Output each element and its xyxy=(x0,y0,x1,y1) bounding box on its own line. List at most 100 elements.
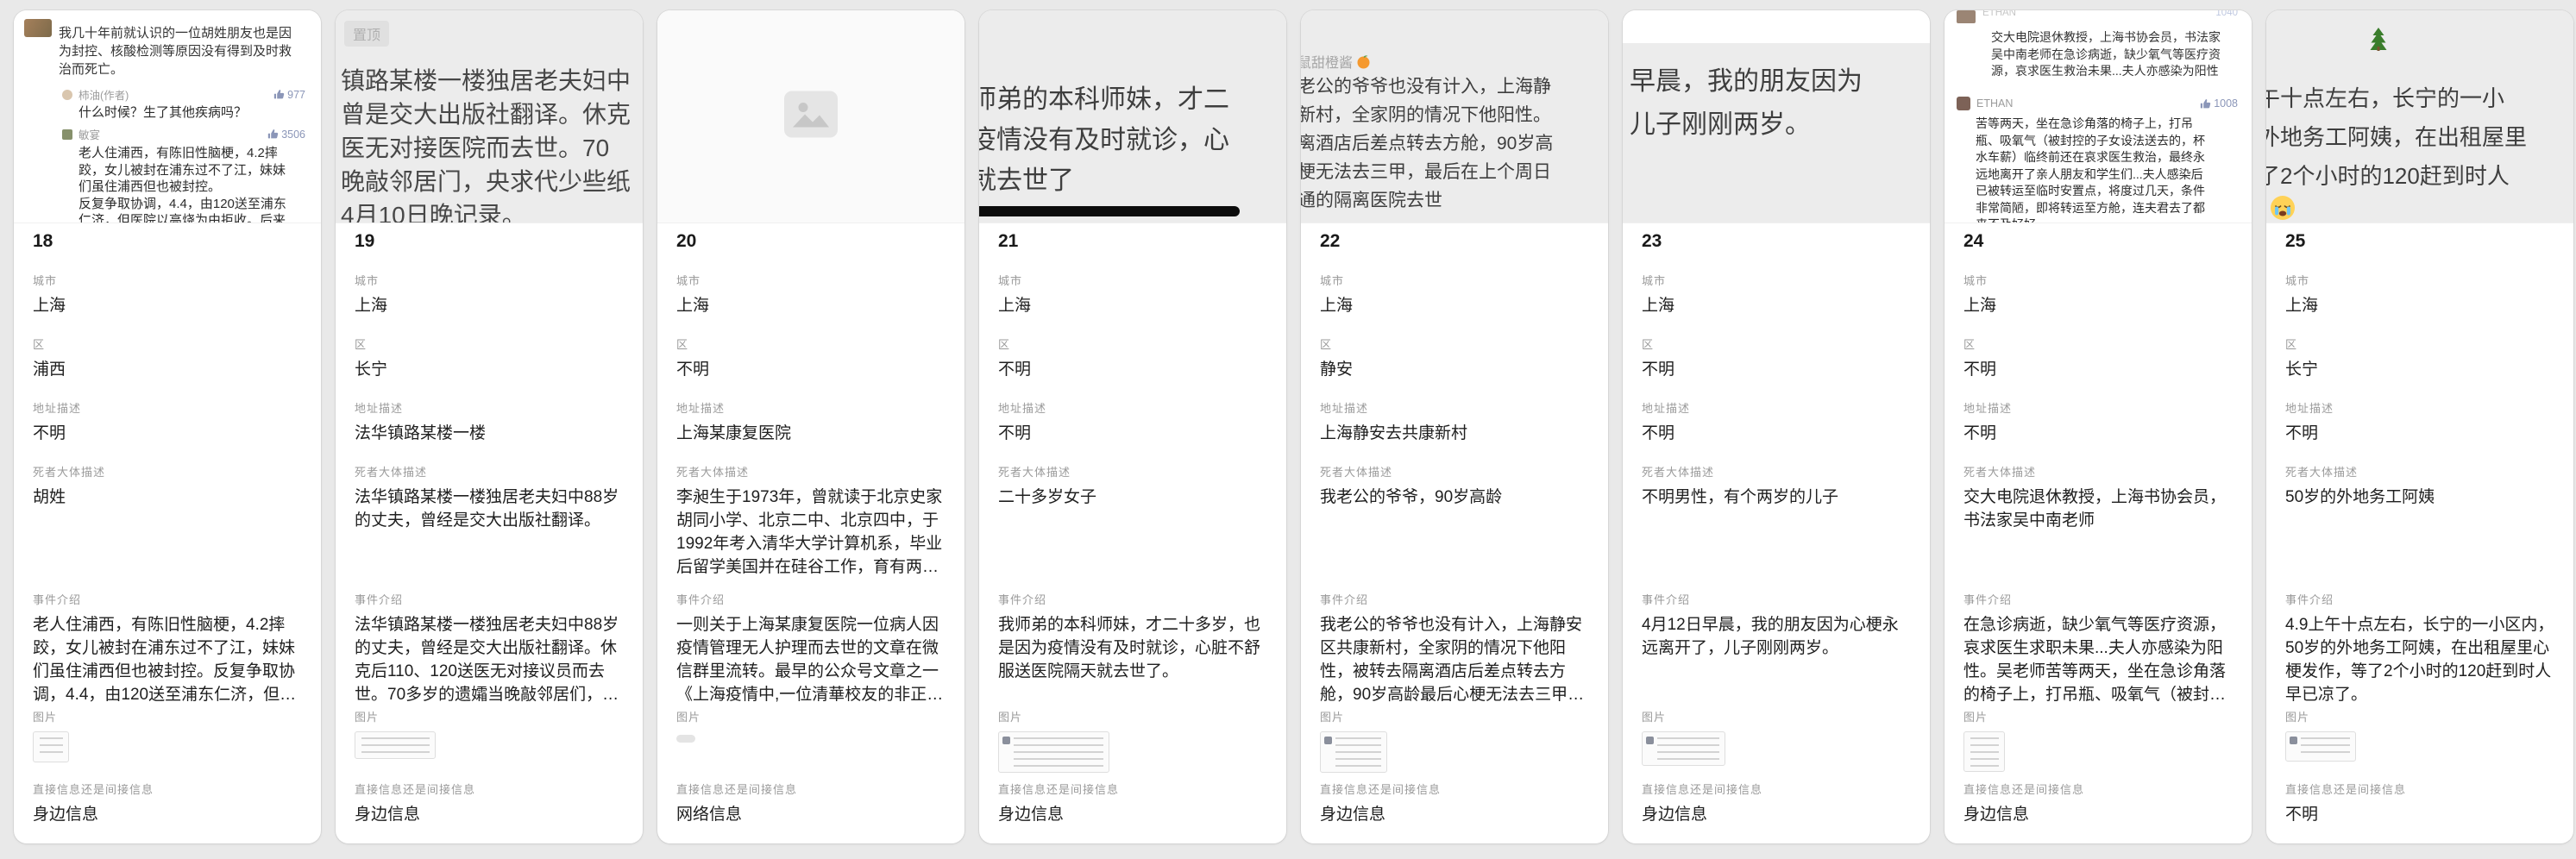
record-cover[interactable]: 早晨，我的朋友因为 儿子刚刚两岁。 xyxy=(1623,10,1930,223)
field-label: 图片 xyxy=(1320,711,1589,724)
screenshot-text: 师弟的本科师妹，才二 疫情没有及时就诊，心 就去世了 xyxy=(979,79,1229,201)
field-district: 区不明 xyxy=(676,338,946,381)
field-address: 地址描述法华镇路某楼一楼 xyxy=(355,402,624,445)
field-label: 城市 xyxy=(33,274,302,288)
field-value-city: 上海 xyxy=(355,294,624,317)
field-deceased: 死者大体描述50岁的外地务工阿姨 xyxy=(2285,466,2554,509)
field-city: 城市上海 xyxy=(676,274,946,317)
field-district: 区静安 xyxy=(1320,338,1589,381)
field-label: 直接信息还是间接信息 xyxy=(355,783,624,797)
tree-emoji xyxy=(2368,28,2389,55)
record-card[interactable]: ETHAN 1040 交大电院退休教授，上海书协会员，书法家吴中南老师在急诊病逝… xyxy=(1945,10,2252,843)
record-cover[interactable] xyxy=(657,10,964,223)
field-district: 区长宁 xyxy=(2285,338,2554,381)
field-label: 死者大体描述 xyxy=(998,466,1267,480)
field-value-district: 长宁 xyxy=(355,358,624,381)
empty-image-pill xyxy=(676,735,695,743)
record-card[interactable]: 置顶 镇路某楼一楼独居老夫妇中 曾是交大出版社翻译。休克 医无对接医院而去世。7… xyxy=(336,10,643,843)
commenter-name: ETHAN xyxy=(1976,97,2013,110)
field-city: 城市上海 xyxy=(33,274,302,317)
field-label: 区 xyxy=(2285,338,2554,352)
field-label: 区 xyxy=(355,338,624,352)
image-thumbnail[interactable] xyxy=(998,731,1109,773)
field-label: 直接信息还是间接信息 xyxy=(1320,783,1589,797)
field-value-deceased: 二十多岁女子 xyxy=(998,486,1267,509)
field-label: 图片 xyxy=(676,711,946,724)
record-number: 23 xyxy=(1642,231,1662,252)
record-cover[interactable]: 鼠甜橙酱 老公的爷爷也没有计入，上海静 新村，全家阴的情况下他阳性。 离酒店后差… xyxy=(1301,10,1608,223)
comment-text: 什么时候？生了其他疾病吗？ xyxy=(79,104,297,122)
image-thumbnail[interactable] xyxy=(33,731,69,762)
like-count: 1008 xyxy=(2200,97,2238,110)
avatar xyxy=(1957,10,1976,23)
field-event: 事件介绍4.9上午十点左右，长宁的一小区内，50岁的外地务工阿姨，在出租屋里心梗… xyxy=(2285,593,2554,706)
field-value-city: 上海 xyxy=(1642,294,1911,317)
record-card[interactable]: 师弟的本科师妹，才二 疫情没有及时就诊，心 就去世了 21 城市上海 区不明 地… xyxy=(979,10,1286,843)
field-value-event: 我老公的爷爷也没有计入，上海静安区共康新村，全家阴的情况下他阳性，被转去隔离酒店… xyxy=(1320,613,1589,706)
field-label: 地址描述 xyxy=(33,402,302,416)
field-label: 事件介绍 xyxy=(1963,593,2233,607)
field-value-city: 上海 xyxy=(1320,294,1589,317)
record-cover[interactable]: 置顶 镇路某楼一楼独居老夫妇中 曾是交大出版社翻译。休克 医无对接医院而去世。7… xyxy=(336,10,643,223)
screenshot-text: 镇路某楼一楼独居老夫妇中 曾是交大出版社翻译。休克 医无对接医院而去世。70 晚… xyxy=(341,64,631,223)
record-cover[interactable]: 我几十年前就认识的一位胡姓朋友也是因为封控、核酸检测等原因没有得到及时救治而死亡… xyxy=(14,10,321,223)
field-label: 直接信息还是间接信息 xyxy=(676,783,946,797)
field-label: 区 xyxy=(1642,338,1911,352)
field-value-address: 不明 xyxy=(998,422,1267,445)
field-label: 死者大体描述 xyxy=(355,466,624,480)
record-card[interactable]: 20 城市上海 区不明 地址描述上海某康复医院 死者大体描述李昶生于1973年，… xyxy=(657,10,964,843)
field-value-city: 上海 xyxy=(676,294,946,317)
field-event: 事件介绍法华镇路某楼一楼独居老夫妇中88岁的丈夫，曾经是交大出版社翻译。休克后1… xyxy=(355,593,624,706)
field-value-address: 不明 xyxy=(1642,422,1911,445)
field-district: 区不明 xyxy=(1642,338,1911,381)
field-image: 图片 xyxy=(33,711,302,762)
field-value-info-type: 身边信息 xyxy=(998,803,1267,826)
record-cover[interactable]: 午十点左右，长宁的一小 外地务工阿姨，在出租屋里 了2个小时的120赶到时人 xyxy=(2266,10,2573,223)
field-value-address: 上海静安去共康新村 xyxy=(1320,422,1589,445)
field-value-district: 不明 xyxy=(1963,358,2233,381)
field-label: 死者大体描述 xyxy=(676,466,946,480)
field-value-event: 在急诊病逝，缺少氧气等医疗资源，哀求医生求职未果...夫人亦感染为阳性。吴老师苦… xyxy=(1963,613,2233,706)
record-card[interactable]: 我几十年前就认识的一位胡姓朋友也是因为封控、核酸检测等原因没有得到及时救治而死亡… xyxy=(14,10,321,843)
record-cover[interactable]: 师弟的本科师妹，才二 疫情没有及时就诊，心 就去世了 xyxy=(979,10,1286,223)
avatar xyxy=(24,19,52,37)
field-city: 城市上海 xyxy=(1320,274,1589,317)
record-number: 22 xyxy=(1320,231,1340,252)
field-info-type: 直接信息还是间接信息身边信息 xyxy=(1320,783,1589,826)
field-label: 图片 xyxy=(2285,711,2554,724)
field-event: 事件介绍我师弟的本科师妹，才二十多岁，也是因为疫情没有及时就诊，心脏不舒服送医院… xyxy=(998,593,1267,683)
record-card[interactable]: 早晨，我的朋友因为 儿子刚刚两岁。 23 城市上海 区不明 地址描述不明 死者大… xyxy=(1623,10,1930,843)
field-value-district: 不明 xyxy=(1642,358,1911,381)
comment-text: 老人住浦西，有陈旧性脑梗，4.2摔跤，女儿被封在浦东过不了江，妹妹们虽住浦西但也… xyxy=(79,145,297,223)
screenshot-text: 午十点左右，长宁的一小 外地务工阿姨，在出租屋里 了2个小时的120赶到时人 xyxy=(2266,79,2527,196)
image-thumbnail[interactable] xyxy=(1963,731,2005,772)
post-text: 我几十年前就认识的一位胡姓朋友也是因为封控、核酸检测等原因没有得到及时救治而死亡… xyxy=(59,24,302,78)
image-thumbnail[interactable] xyxy=(2285,731,2356,762)
field-image: 图片 xyxy=(676,711,946,743)
field-info-type: 直接信息还是间接信息身边信息 xyxy=(355,783,624,826)
field-value-district: 不明 xyxy=(998,358,1267,381)
field-label: 地址描述 xyxy=(998,402,1267,416)
record-card[interactable]: 鼠甜橙酱 老公的爷爷也没有计入，上海静 新村，全家阴的情况下他阳性。 离酒店后差… xyxy=(1301,10,1608,843)
image-thumbnail[interactable] xyxy=(355,731,436,759)
field-info-type: 直接信息还是间接信息网络信息 xyxy=(676,783,946,826)
field-label: 直接信息还是间接信息 xyxy=(33,783,302,797)
field-label: 地址描述 xyxy=(676,402,946,416)
field-address: 地址描述不明 xyxy=(1642,402,1911,445)
image-thumbnail[interactable] xyxy=(1320,731,1387,773)
field-event: 事件介绍4月12日早晨，我的朋友因为心梗永远离开了，儿子刚刚两岁。 xyxy=(1642,593,1911,660)
field-value-event: 法华镇路某楼一楼独居老夫妇中88岁的丈夫，曾经是交大出版社翻译。休克后110、1… xyxy=(355,613,624,706)
comment-header: ETHAN 1008 xyxy=(1957,97,2238,110)
field-address: 地址描述不明 xyxy=(2285,402,2554,445)
field-label: 地址描述 xyxy=(2285,402,2554,416)
thumbs-up-icon xyxy=(2200,98,2211,110)
field-value-event: 4月12日早晨，我的朋友因为心梗永远离开了，儿子刚刚两岁。 xyxy=(1642,613,1911,660)
like-count: 1040 xyxy=(2215,10,2238,18)
field-info-type: 直接信息还是间接信息身边信息 xyxy=(998,783,1267,826)
record-cover[interactable]: ETHAN 1040 交大电院退休教授，上海书协会员，书法家吴中南老师在急诊病逝… xyxy=(1945,10,2252,223)
record-card[interactable]: 午十点左右，长宁的一小 外地务工阿姨，在出租屋里 了2个小时的120赶到时人 2… xyxy=(2266,10,2573,843)
field-value-deceased: 李昶生于1973年，曾就读于北京史家胡同小学、北京二中、北京四中，于1992年考… xyxy=(676,486,946,579)
field-label: 事件介绍 xyxy=(355,593,624,607)
field-value-address: 不明 xyxy=(2285,422,2554,445)
image-thumbnail[interactable] xyxy=(1642,731,1725,766)
